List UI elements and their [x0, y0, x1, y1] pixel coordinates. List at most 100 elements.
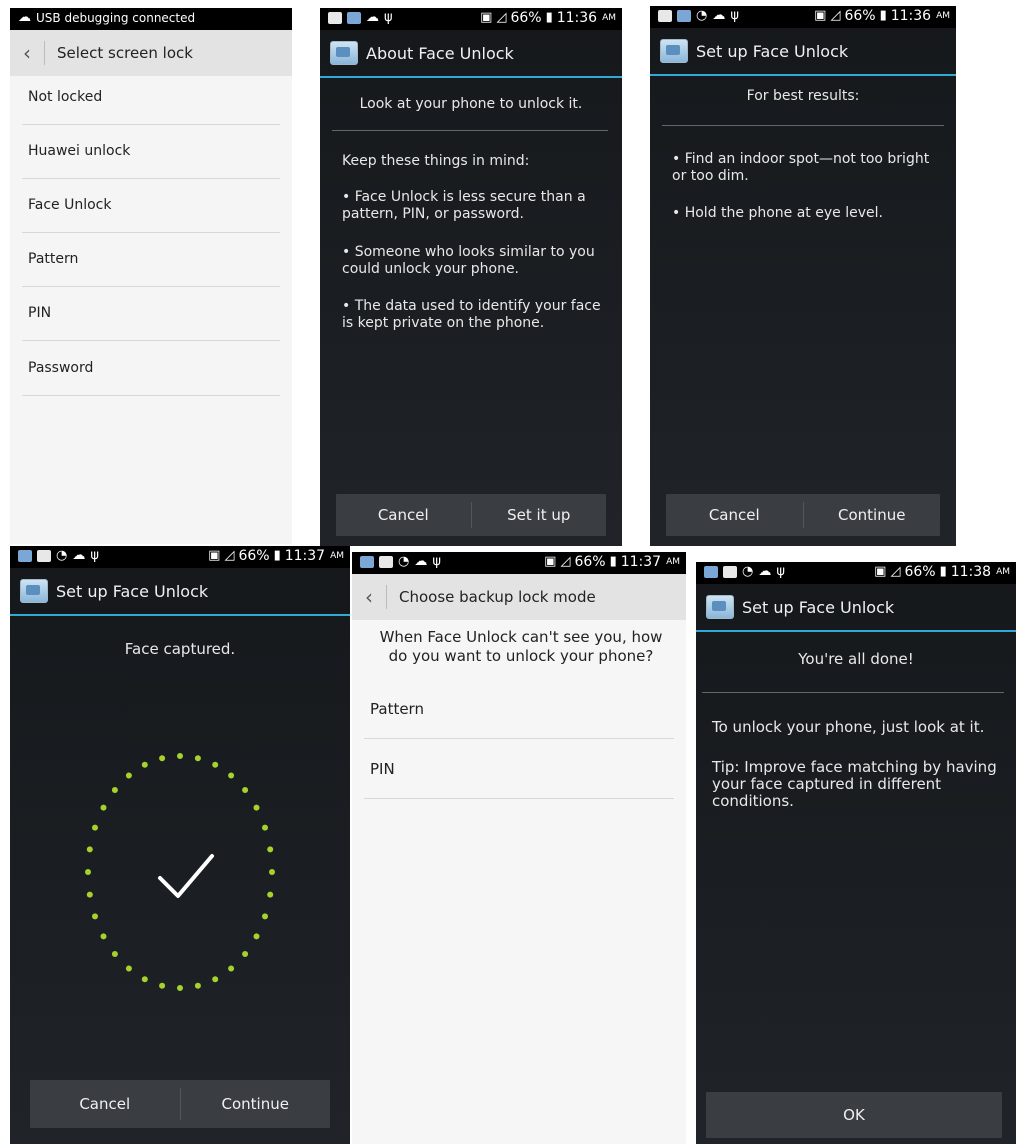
divider	[702, 692, 1004, 693]
capture-dot	[86, 891, 93, 898]
list-item-pin[interactable]: PIN	[364, 740, 674, 799]
gallery-icon	[328, 12, 342, 24]
battery-icon: ▮	[273, 548, 281, 563]
list-item-face-unlock[interactable]: Face Unlock	[22, 178, 280, 233]
face-unlock-app-icon	[706, 595, 734, 619]
signal-icon: ◿	[496, 10, 507, 25]
status-bar: ☁ ψ ▣ ◿ 66% ▮ 11:36 AM	[320, 8, 622, 30]
divider	[44, 41, 45, 65]
clock: 11:37	[284, 548, 326, 564]
page-title: Select screen lock	[57, 44, 193, 62]
wifi-icon: ◔	[696, 8, 708, 23]
capture-dot	[242, 787, 249, 793]
signal-icon: ◿	[830, 8, 841, 23]
clock: 11:36	[556, 10, 598, 26]
app-icon	[18, 550, 32, 562]
clock: 11:38	[950, 564, 992, 580]
face-unlock-app-icon	[20, 579, 48, 603]
instruction-text: To unlock your phone, just look at it.	[712, 718, 985, 736]
capture-dot	[242, 951, 249, 957]
status-bar: ◔ ☁ ψ ▣ ◿ 66% ▮ 11:36 AM	[650, 6, 956, 28]
capture-dot	[92, 913, 98, 920]
cancel-button[interactable]: Cancel	[30, 1080, 180, 1128]
bullet-1: • Face Unlock is less secure than a patt…	[342, 189, 586, 222]
list-item-label: Not locked	[28, 89, 103, 105]
list-item-label: Pattern	[370, 700, 424, 718]
continue-button[interactable]: Continue	[804, 494, 941, 536]
capture-dot	[100, 804, 107, 811]
list-item-not-locked[interactable]: Not locked	[22, 70, 280, 125]
status-bar: ◔ ☁ ψ ▣ ◿ 66% ▮ 11:37 AM	[352, 552, 686, 574]
battery-icon: ▮	[545, 10, 553, 25]
app-icon	[360, 556, 374, 568]
checkmark-icon	[158, 854, 214, 898]
divider	[662, 125, 944, 126]
set-it-up-button[interactable]: Set it up	[472, 494, 607, 536]
heading: For best results:	[746, 88, 860, 104]
clock-ampm: AM	[996, 567, 1010, 577]
capture-dot	[194, 982, 201, 989]
sim-icon: ▣	[874, 564, 887, 579]
panel-backup-lock-mode: ◔ ☁ ψ ▣ ◿ 66% ▮ 11:37 AM ‹ Choose backup …	[352, 552, 686, 1144]
action-bar: Set up Face Unlock	[10, 568, 350, 616]
capture-dot	[111, 951, 118, 957]
capture-dot	[262, 913, 268, 920]
usb-icon: ψ	[384, 10, 393, 25]
usb-icon: ψ	[432, 554, 441, 569]
capture-dot	[86, 846, 93, 853]
sim-icon: ▣	[814, 8, 827, 23]
capture-dot	[125, 965, 132, 972]
capture-dot	[100, 933, 107, 940]
page-title: About Face Unlock	[366, 43, 514, 63]
action-bar: About Face Unlock	[320, 30, 622, 78]
button-bar: Cancel Set it up	[336, 494, 606, 536]
list-item-pin[interactable]: PIN	[22, 286, 280, 341]
capture-dot	[177, 985, 183, 991]
bullet-2: • Someone who looks similar to you could…	[342, 244, 595, 277]
status-bar: ◔ ☁ ψ ▣ ◿ 66% ▮ 11:37 AM	[10, 546, 350, 568]
action-bar: Set up Face Unlock	[696, 584, 1016, 632]
capture-dot	[125, 772, 132, 779]
gallery-icon	[658, 10, 672, 22]
clock-ampm: AM	[936, 11, 950, 21]
battery-percent: 66%	[904, 564, 936, 580]
app-icon	[704, 566, 718, 578]
cancel-button[interactable]: Cancel	[666, 494, 803, 536]
cancel-button[interactable]: Cancel	[336, 494, 471, 536]
list-item-huawei-unlock[interactable]: Huawei unlock	[22, 124, 280, 179]
list-item-password[interactable]: Password	[22, 341, 280, 396]
capture-dot	[269, 869, 275, 875]
bullet-1: • Find an indoor spot—not too bright or …	[672, 151, 930, 184]
clock: 11:36	[890, 8, 932, 24]
bullet-3: • The data used to identify your face is…	[342, 298, 601, 331]
panel-face-captured: ◔ ☁ ψ ▣ ◿ 66% ▮ 11:37 AM Set up Face Unlo…	[10, 546, 350, 1144]
list-item-pattern[interactable]: Pattern	[22, 232, 280, 287]
status-bar: ◔ ☁ ψ ▣ ◿ 66% ▮ 11:38 AM	[696, 562, 1016, 584]
battery-icon: ▮	[609, 554, 617, 569]
capture-dot	[228, 965, 235, 972]
divider	[332, 130, 608, 131]
divider	[386, 585, 387, 609]
panel-about-face-unlock: ☁ ψ ▣ ◿ 66% ▮ 11:36 AM About Face Unlock …	[320, 8, 622, 546]
continue-button[interactable]: Continue	[181, 1080, 331, 1128]
tip-text: Tip: Improve face matching by having you…	[712, 758, 997, 810]
back-arrow-icon[interactable]: ‹	[352, 585, 386, 609]
ok-button[interactable]: OK	[706, 1092, 1002, 1138]
action-bar: ‹ Choose backup lock mode	[352, 574, 686, 620]
back-arrow-icon[interactable]: ‹	[10, 41, 44, 65]
wifi-icon: ◔	[398, 554, 410, 569]
heading: Face captured.	[124, 640, 236, 658]
usb-icon: ψ	[776, 564, 785, 579]
list-item-label: Password	[28, 360, 94, 376]
bullet-2: • Hold the phone at eye level.	[672, 205, 883, 221]
list-item-label: PIN	[28, 305, 52, 321]
panel-best-results: ◔ ☁ ψ ▣ ◿ 66% ▮ 11:36 AM Set up Face Unlo…	[650, 6, 956, 546]
capture-dot	[253, 804, 260, 811]
capture-dot	[194, 755, 201, 762]
capture-dot	[159, 982, 166, 989]
signal-icon: ◿	[890, 564, 901, 579]
panel-all-done: ◔ ☁ ψ ▣ ◿ 66% ▮ 11:38 AM Set up Face Unlo…	[696, 562, 1016, 1144]
signal-icon: ◿	[224, 548, 235, 563]
capture-dot	[212, 976, 219, 983]
list-item-pattern[interactable]: Pattern	[364, 680, 674, 739]
